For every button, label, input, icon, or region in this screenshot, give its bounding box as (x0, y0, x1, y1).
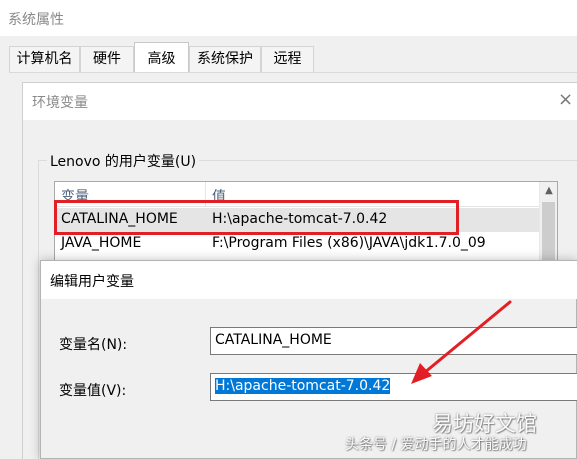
red-arrow-annotation (411, 300, 512, 384)
watermark-author: 头条号 / 爱动手的人才能成功 (345, 437, 527, 453)
arrow-head (411, 363, 432, 384)
arrow-shaft (422, 300, 512, 375)
